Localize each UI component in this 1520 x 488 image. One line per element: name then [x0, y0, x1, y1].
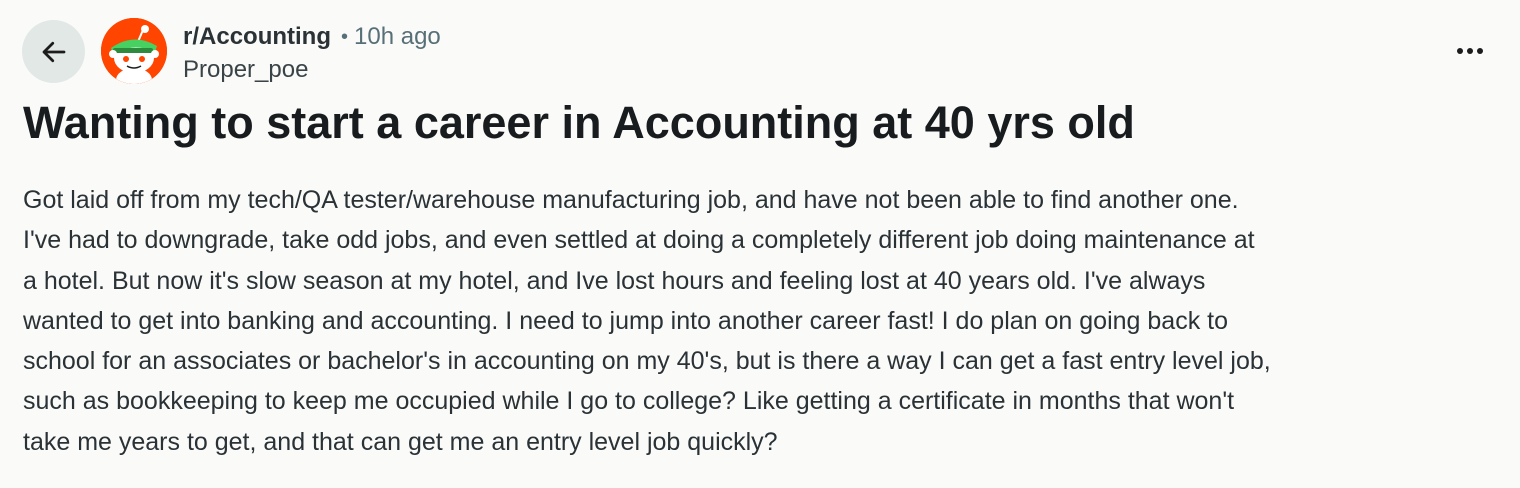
arrow-left-icon [42, 41, 65, 62]
subreddit-link[interactable]: r/Accounting [183, 22, 331, 52]
post-body: Got laid off from my tech/QA tester/ware… [23, 180, 1483, 462]
meta-separator: • [341, 26, 349, 48]
post-title: Wanting to start a career in Accounting … [23, 97, 1135, 148]
author-link[interactable]: Proper_poe [183, 55, 441, 85]
post-body-line: take me years to get, and that can get m… [23, 427, 778, 456]
post-body-line: such as bookkeeping to keep me occupied … [23, 387, 1235, 416]
post-body-line: school for an associates or bachelor's i… [23, 347, 1271, 376]
snoo-avatar-icon [101, 18, 167, 84]
post-body-line: wanted to get into banking and accountin… [23, 306, 1228, 335]
post-body-line: a hotel. But now it's slow season at my … [23, 266, 1206, 295]
post-body-line: Got laid off from my tech/QA tester/ware… [23, 186, 1239, 214]
subreddit-avatar[interactable] [101, 18, 167, 84]
post-page: r/Accounting • 10h ago Proper_poe Wantin… [0, 0, 1520, 488]
more-options-button[interactable] [1450, 36, 1490, 66]
meta-line: r/Accounting • 10h ago [183, 22, 441, 52]
post-meta: r/Accounting • 10h ago Proper_poe [183, 22, 441, 85]
post-body-line: I've had to downgrade, take odd jobs, an… [23, 226, 1255, 255]
back-button[interactable] [22, 20, 85, 83]
more-horizontal-icon [1457, 48, 1483, 54]
post-time: 10h ago [354, 23, 441, 50]
